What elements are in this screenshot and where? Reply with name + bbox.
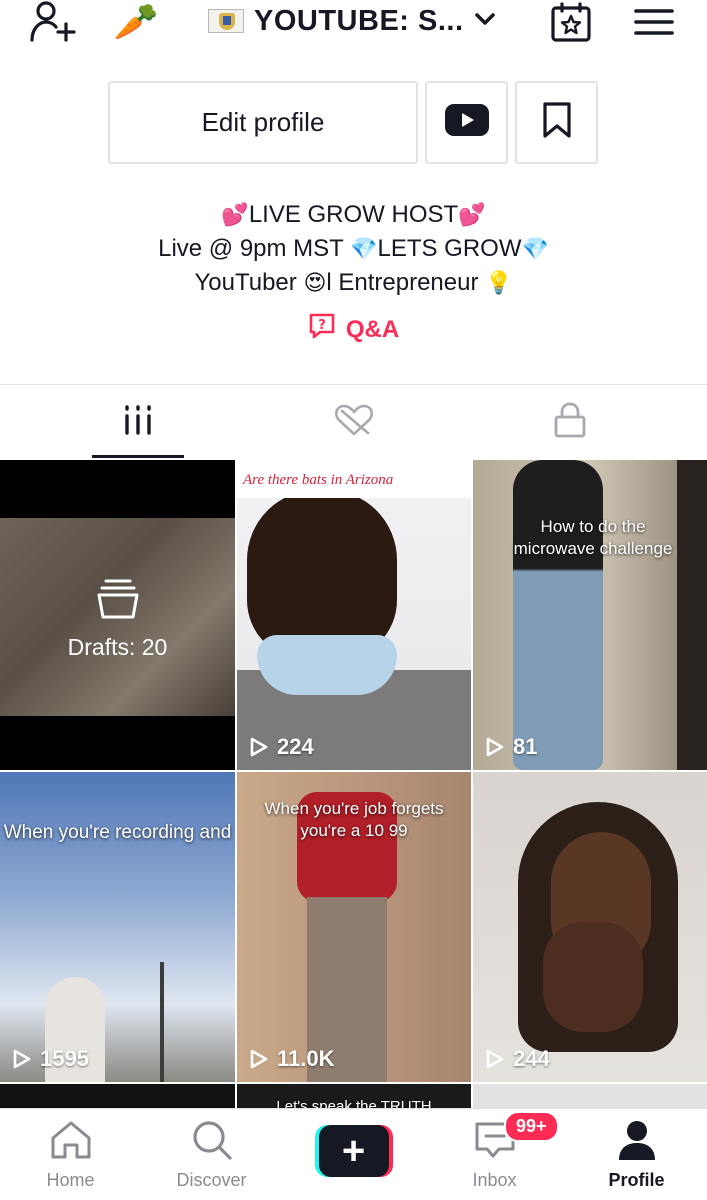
view-count: 1595 bbox=[12, 1046, 89, 1072]
grid-icon bbox=[123, 404, 153, 441]
heart-eyes-emoji: 😍 bbox=[303, 271, 327, 296]
nav-discover-label: Discover bbox=[176, 1170, 247, 1190]
view-count-value: 224 bbox=[277, 734, 314, 759]
lightbulb-emoji: 💡 bbox=[485, 271, 513, 296]
view-count: 81 bbox=[485, 734, 537, 760]
bio-line-2: Live @ 9pm MST 💎LETS GROW💎 bbox=[0, 232, 707, 266]
video-caption: When you're job forgets you're a 10 99 bbox=[264, 799, 444, 840]
video-tile[interactable]: Let's speak the TRUTH bbox=[237, 1084, 471, 1110]
hearts-emoji: 💕 bbox=[458, 203, 486, 228]
flag-icon bbox=[208, 9, 244, 33]
lock-icon bbox=[553, 401, 587, 444]
video-grid: Drafts: 20 Are there bats in Arizona 224… bbox=[0, 460, 707, 1110]
video-tile[interactable]: Are there bats in Arizona 224 bbox=[237, 460, 471, 770]
bookmark-button[interactable] bbox=[515, 81, 598, 164]
youtube-icon bbox=[444, 104, 489, 141]
drafts-box-icon bbox=[96, 578, 140, 626]
tab-liked[interactable] bbox=[236, 385, 472, 460]
drafts-tile[interactable]: Drafts: 20 bbox=[0, 460, 235, 770]
profile-icon bbox=[617, 1119, 657, 1166]
edit-profile-button[interactable]: Edit profile bbox=[108, 81, 418, 164]
nav-inbox[interactable]: Inbox 99+ bbox=[424, 1109, 565, 1200]
bookmark-icon bbox=[542, 101, 572, 144]
nav-inbox-label: Inbox bbox=[472, 1170, 517, 1190]
bio-line-2-text: Live @ 9pm MST bbox=[158, 235, 351, 262]
question-bubble-icon: ? bbox=[308, 312, 336, 347]
hearts-emoji: 💕 bbox=[221, 203, 249, 228]
bio-line-1-text: LIVE GROW HOST bbox=[248, 201, 459, 228]
play-icon bbox=[486, 1049, 504, 1069]
video-caption: How to do the microwave challenge bbox=[513, 517, 673, 558]
view-count-value: 244 bbox=[513, 1046, 550, 1071]
video-tile[interactable] bbox=[473, 1084, 707, 1110]
tab-private[interactable] bbox=[452, 385, 688, 460]
nav-discover[interactable]: Discover bbox=[141, 1109, 282, 1200]
bio-line-3: YouTuber 😍l Entrepreneur 💡 bbox=[0, 266, 707, 300]
video-caption: Are there bats in Arizona bbox=[243, 472, 394, 488]
video-tile[interactable]: When you're recording and 1595 bbox=[0, 772, 235, 1082]
add-user-icon[interactable] bbox=[26, 0, 80, 44]
view-count-value: 1595 bbox=[40, 1046, 89, 1071]
chevron-down-icon bbox=[474, 11, 496, 32]
video-tile[interactable]: How to do the microwave challenge 81 bbox=[473, 460, 707, 770]
home-icon bbox=[49, 1119, 93, 1166]
profile-bio: 💕LIVE GROW HOST💕 Live @ 9pm MST 💎LETS GR… bbox=[0, 198, 707, 300]
nav-profile[interactable]: Profile bbox=[566, 1109, 707, 1200]
video-tile[interactable]: When you're job forgets you're a 10 99 1… bbox=[237, 772, 471, 1082]
diamond-emoji: 💎 bbox=[350, 237, 378, 262]
menu-icon[interactable] bbox=[630, 2, 678, 42]
view-count: 224 bbox=[249, 734, 314, 760]
bio-line-1: 💕LIVE GROW HOST💕 bbox=[0, 198, 707, 232]
create-button[interactable]: + bbox=[314, 1125, 393, 1177]
account-switcher[interactable]: YOUTUBE: S... bbox=[208, 0, 496, 42]
bio-line-3-text2: l Entrepreneur bbox=[326, 269, 486, 296]
view-count: 244 bbox=[485, 1046, 550, 1072]
view-count-value: 11.0K bbox=[277, 1046, 335, 1071]
nav-home-label: Home bbox=[46, 1170, 95, 1190]
play-icon bbox=[250, 1049, 268, 1069]
heart-hidden-icon bbox=[334, 403, 374, 442]
video-tile[interactable]: 244 bbox=[473, 772, 707, 1082]
drafts-overlay: Drafts: 20 bbox=[0, 578, 235, 661]
video-tile[interactable] bbox=[0, 1084, 235, 1110]
diamond-emoji: 💎 bbox=[521, 237, 549, 262]
bottom-nav: Home Discover + Inbox 99+ Profile bbox=[0, 1108, 707, 1200]
search-icon bbox=[191, 1119, 233, 1166]
bio-line-2-text2: LETS GROW bbox=[377, 235, 522, 262]
tab-videos[interactable] bbox=[20, 385, 256, 460]
svg-text:?: ? bbox=[318, 318, 326, 333]
qa-label: Q&A bbox=[345, 315, 400, 343]
bio-line-3-text: YouTuber bbox=[194, 269, 304, 296]
nav-profile-label: Profile bbox=[608, 1170, 665, 1190]
youtube-button[interactable] bbox=[425, 81, 508, 164]
nav-create[interactable]: + bbox=[283, 1109, 424, 1200]
carrot-icon: 🥕 bbox=[113, 2, 159, 43]
play-icon bbox=[13, 1049, 31, 1069]
view-count-value: 81 bbox=[513, 734, 538, 759]
top-bar: 🥕 YOUTUBE: S... bbox=[0, 0, 707, 60]
nav-home[interactable]: Home bbox=[0, 1109, 141, 1200]
account-name: YOUTUBE: S... bbox=[254, 4, 464, 37]
plus-icon: + bbox=[318, 1125, 389, 1177]
view-count: 11.0K bbox=[249, 1046, 335, 1072]
calendar-star-icon[interactable] bbox=[548, 0, 594, 44]
play-icon bbox=[486, 737, 504, 757]
active-tab-indicator bbox=[92, 455, 184, 458]
profile-tabs bbox=[0, 385, 707, 460]
video-caption: When you're recording and bbox=[3, 822, 232, 843]
qa-link[interactable]: ? Q&A bbox=[0, 312, 707, 347]
play-icon bbox=[250, 737, 268, 757]
drafts-label: Drafts: 20 bbox=[67, 634, 168, 660]
inbox-badge: 99+ bbox=[504, 1111, 559, 1142]
